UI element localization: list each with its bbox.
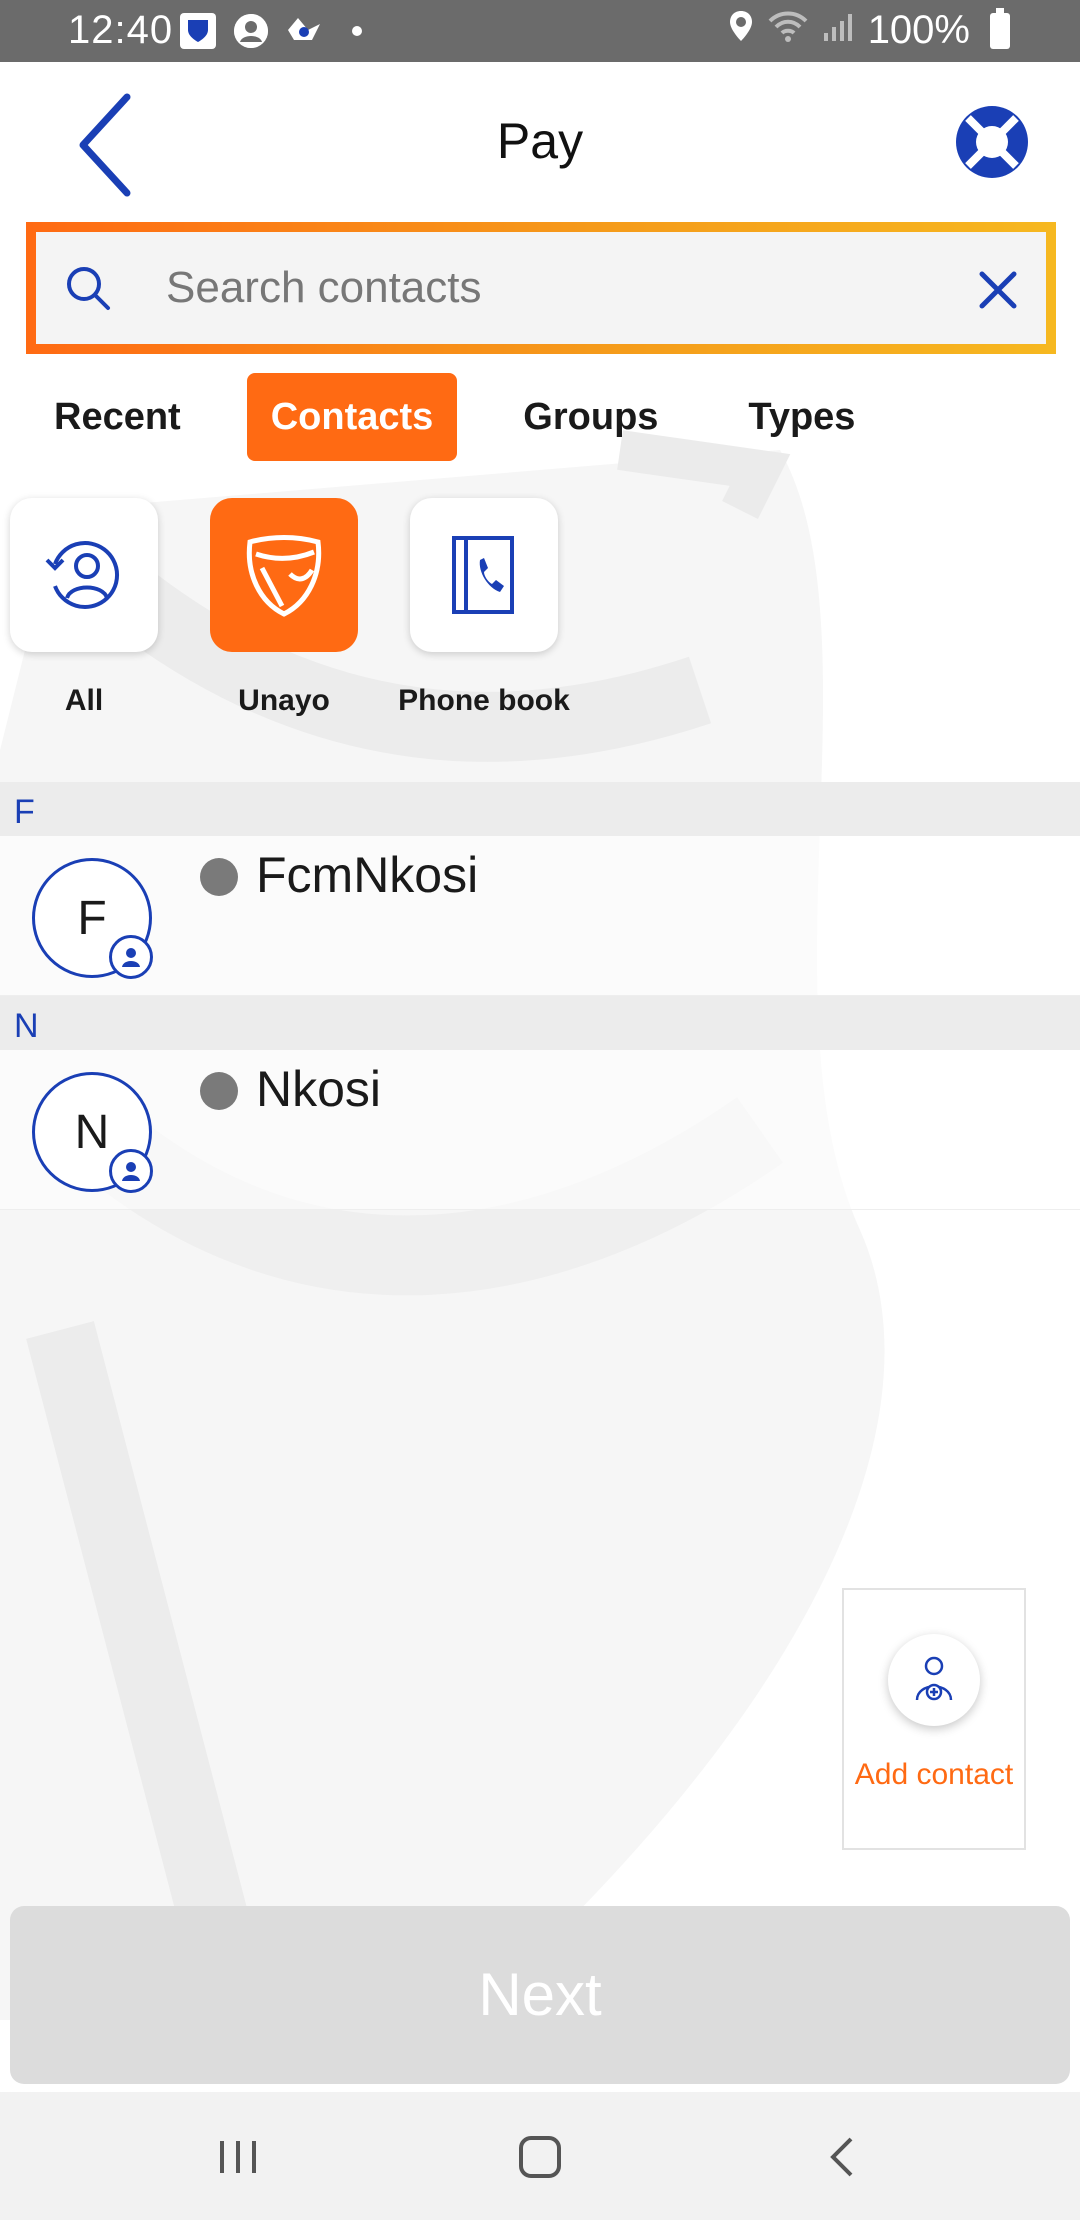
recent-apps-button[interactable] bbox=[198, 2122, 278, 2192]
next-button[interactable]: Next bbox=[10, 1906, 1070, 2084]
contact-row-fcmnkosi[interactable]: F FcmNkosi bbox=[0, 836, 1080, 996]
search-input[interactable] bbox=[166, 250, 946, 326]
contact-row-nkosi[interactable]: N Nkosi bbox=[0, 1050, 1080, 1210]
signal-icon bbox=[822, 8, 854, 53]
status-notification-icons bbox=[180, 13, 362, 49]
search-bar bbox=[26, 222, 1056, 354]
contact-status-dot bbox=[200, 1072, 238, 1110]
source-all-tile[interactable] bbox=[10, 498, 158, 652]
add-contact-button[interactable]: Add contact bbox=[842, 1588, 1026, 1850]
system-back-button[interactable] bbox=[802, 2122, 882, 2192]
section-header-f: F bbox=[0, 782, 1080, 836]
system-nav-bar bbox=[0, 2092, 1080, 2220]
contact-status-dot bbox=[200, 858, 238, 896]
phone-book-icon bbox=[452, 536, 514, 614]
account-icon bbox=[234, 14, 268, 48]
source-all-label: All bbox=[64, 684, 104, 717]
location-icon bbox=[728, 8, 754, 53]
source-unayo[interactable]: Unayo bbox=[210, 498, 358, 719]
wifi-icon bbox=[768, 8, 808, 53]
help-button[interactable] bbox=[954, 104, 1030, 180]
add-person-icon bbox=[915, 1656, 953, 1701]
add-contact-icon-button[interactable] bbox=[888, 1634, 980, 1726]
tab-types[interactable]: Types bbox=[724, 373, 879, 461]
lifebuoy-icon bbox=[956, 106, 1028, 178]
avatar-initial: N bbox=[74, 1105, 110, 1159]
unayo-shield-icon bbox=[246, 535, 322, 617]
contact-source-filters: All Unayo Phone book bbox=[10, 498, 570, 719]
back-arrow-icon bbox=[830, 2137, 853, 2177]
recent-apps-icon bbox=[220, 2141, 256, 2173]
clear-search-button[interactable] bbox=[976, 268, 1020, 312]
battery-icon bbox=[990, 7, 1010, 49]
status-time: 12:40 bbox=[68, 8, 174, 52]
status-system-icons: 100% bbox=[728, 7, 1010, 53]
source-unayo-tile[interactable] bbox=[210, 498, 358, 652]
person-badge-icon bbox=[109, 1149, 153, 1193]
tab-recent[interactable]: Recent bbox=[30, 373, 205, 461]
tab-groups[interactable]: Groups bbox=[499, 373, 682, 461]
search-field-container bbox=[36, 232, 1046, 344]
contact-tabs: Recent Contacts Groups Types bbox=[30, 372, 879, 462]
source-unayo-label: Unayo bbox=[238, 684, 330, 717]
avatar: N bbox=[32, 1072, 153, 1193]
person-badge-icon bbox=[109, 935, 153, 979]
contact-name: FcmNkosi bbox=[256, 847, 479, 903]
tab-contacts[interactable]: Contacts bbox=[246, 373, 458, 461]
home-icon bbox=[519, 2136, 561, 2178]
contact-name: Nkosi bbox=[256, 1061, 382, 1117]
battery-level: 100% bbox=[867, 8, 970, 52]
header: Pay bbox=[0, 62, 1080, 222]
source-phone-book-tile[interactable] bbox=[410, 498, 558, 652]
source-phone-book-label: Phone book bbox=[398, 684, 570, 717]
contact-list: F F FcmNkosi N N Nkosi bbox=[0, 782, 1080, 1210]
bank-app-icon bbox=[180, 13, 216, 49]
add-contact-label: Add contact bbox=[854, 1758, 1014, 1791]
avatar-initial: F bbox=[77, 891, 107, 945]
game-icon bbox=[286, 14, 322, 49]
dot-icon bbox=[352, 26, 362, 36]
avatar: F bbox=[32, 858, 153, 979]
source-phone-book[interactable]: Phone book bbox=[398, 498, 570, 719]
home-button[interactable] bbox=[500, 2122, 580, 2192]
status-bar: 12:40 100% bbox=[0, 0, 1080, 62]
page-title: Pay bbox=[496, 113, 584, 169]
section-header-n: N bbox=[0, 996, 1080, 1050]
contacts-refresh-icon bbox=[45, 541, 120, 609]
search-icon bbox=[67, 267, 110, 310]
source-all[interactable]: All bbox=[10, 498, 158, 719]
